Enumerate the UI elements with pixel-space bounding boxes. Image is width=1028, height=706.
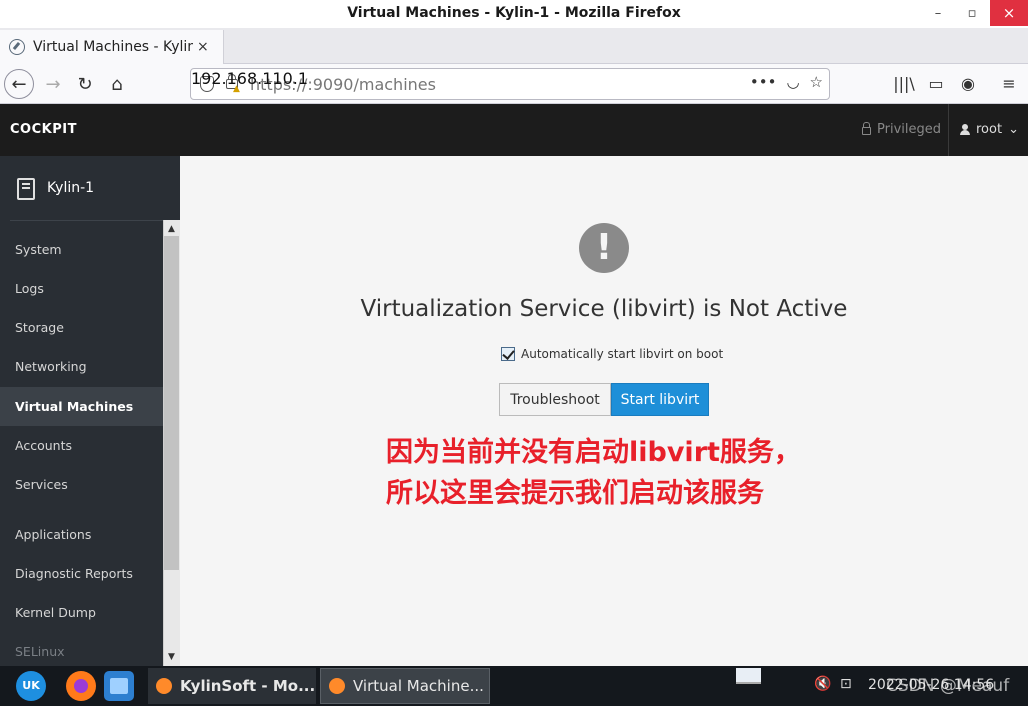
cockpit-brand: COCKPIT [10, 122, 77, 137]
account-icon[interactable]: ◉ [957, 73, 979, 95]
privileged-label: Privileged [877, 122, 941, 137]
taskbar-item-label: Virtual Machine... [353, 677, 484, 695]
scroll-up-arrow-icon[interactable]: ▲ [164, 222, 179, 236]
desktop-preview-icon[interactable] [736, 668, 761, 684]
autostart-option[interactable]: Automatically start libvirt on boot [501, 347, 723, 361]
url-text[interactable]: https://192.168.110.1:9090/machines [191, 69, 436, 94]
window-titlebar: Virtual Machines - Kylin-1 - Mozilla Fir… [0, 0, 1028, 28]
taskbar-item-kylinsoft[interactable]: KylinSoft - Mo... [148, 668, 316, 704]
host-switcher[interactable]: Kylin-1 [0, 156, 180, 220]
hamburger-menu-icon[interactable]: ≡ [998, 73, 1020, 95]
annotation-line-1: 因为当前并没有启动libvirt服务， [386, 437, 801, 468]
firefox-icon [156, 678, 172, 694]
sidebar-item-kernel-dump[interactable]: Kernel Dump [0, 593, 163, 632]
forward-button[interactable]: → [38, 69, 68, 99]
scroll-down-arrow-icon[interactable]: ▼ [164, 650, 179, 664]
user-name: root [976, 122, 1003, 137]
sidebar-toggle-icon[interactable]: ▭ [925, 73, 947, 95]
header-divider [948, 104, 949, 156]
sidebar-scrollbar-thumb[interactable] [164, 236, 179, 570]
tab-strip: Virtual Machines - Kylin-1 × + [0, 28, 1028, 85]
sidebar-item-storage[interactable]: Storage [0, 308, 163, 347]
cockpit-favicon-icon [9, 39, 25, 55]
tab-close-icon[interactable]: × [197, 39, 209, 55]
autostart-checkbox[interactable] [501, 347, 515, 361]
close-window-button[interactable]: × [990, 0, 1028, 26]
troubleshoot-button[interactable]: Troubleshoot [499, 383, 611, 416]
bookmark-star-icon[interactable]: ☆ [810, 73, 823, 91]
minimize-button[interactable]: – [924, 0, 952, 26]
tab-label: Virtual Machines - Kylin-1 [33, 39, 193, 55]
navigation-bar: ← → ↻ ⌂ ▲ https://192.168.110.1:9090/mac… [0, 64, 1028, 104]
url-bar-actions: ••• ◡ ☆ [750, 73, 823, 91]
sidebar-item-virtual-machines[interactable]: Virtual Machines [0, 387, 163, 426]
page-actions-icon[interactable]: ••• [750, 73, 777, 91]
sidebar-item-logs[interactable]: Logs [0, 269, 163, 308]
file-manager-icon[interactable] [104, 671, 134, 701]
firefox-icon [329, 678, 345, 694]
chevron-down-icon: ⌄ [1008, 122, 1019, 137]
back-button[interactable]: ← [4, 69, 34, 99]
sidebar-item-diagnostic-reports[interactable]: Diagnostic Reports [0, 554, 163, 593]
user-menu[interactable]: root ⌄ [960, 122, 1019, 137]
empty-state-heading: Virtualization Service (libvirt) is Not … [360, 296, 848, 322]
maximize-button[interactable]: ▫ [958, 0, 986, 26]
sidebar-item-system[interactable]: System [0, 230, 163, 269]
taskbar-item-virtual-machines[interactable]: Virtual Machine... [320, 668, 490, 704]
library-icon[interactable]: |||\ [893, 73, 915, 95]
network-icon[interactable]: ⊡ [840, 676, 852, 692]
home-button[interactable]: ⌂ [102, 69, 132, 99]
sidebar: Kylin-1 System Logs Storage Networking V… [0, 156, 180, 666]
taskbar: UK KylinSoft - Mo... Virtual Machine... … [0, 666, 1028, 706]
exclamation-circle-icon: ! [579, 223, 629, 273]
start-libvirt-button[interactable]: Start libvirt [611, 383, 709, 416]
sidebar-item-services[interactable]: Services [0, 465, 163, 504]
watermark: CSDN @Meauf [886, 676, 1010, 696]
privileged-indicator[interactable]: Privileged [862, 122, 941, 137]
lock-icon [862, 122, 871, 135]
host-name: Kylin-1 [47, 180, 95, 196]
sidebar-item-applications[interactable]: Applications [0, 515, 163, 554]
autostart-label[interactable]: Automatically start libvirt on boot [521, 347, 723, 361]
main-content: ! Virtualization Service (libvirt) is No… [180, 156, 1028, 666]
firefox-launcher-icon[interactable] [66, 671, 96, 701]
annotation-line-2: 所以这里会提示我们启动该服务 [386, 478, 764, 509]
sidebar-divider [10, 220, 180, 221]
sidebar-item-networking[interactable]: Networking [0, 347, 163, 386]
browser-tab[interactable]: Virtual Machines - Kylin-1 × [0, 30, 224, 64]
server-icon [17, 178, 35, 200]
volume-muted-icon[interactable]: 🔇 [814, 676, 831, 692]
window-title: Virtual Machines - Kylin-1 - Mozilla Fir… [347, 5, 681, 21]
annotation-text: 因为当前并没有启动libvirt服务， 所以这里会提示我们启动该服务 [386, 432, 801, 514]
user-icon [960, 124, 970, 135]
url-bar[interactable]: ▲ https://192.168.110.1:9090/machines ••… [190, 68, 830, 100]
start-menu-icon[interactable]: UK [16, 671, 46, 701]
cockpit-header: COCKPIT Privileged root ⌄ [0, 104, 1028, 156]
pocket-icon[interactable]: ◡ [786, 73, 799, 91]
sidebar-item-accounts[interactable]: Accounts [0, 426, 163, 465]
reload-button[interactable]: ↻ [70, 69, 100, 99]
taskbar-item-label: KylinSoft - Mo... [180, 677, 316, 695]
